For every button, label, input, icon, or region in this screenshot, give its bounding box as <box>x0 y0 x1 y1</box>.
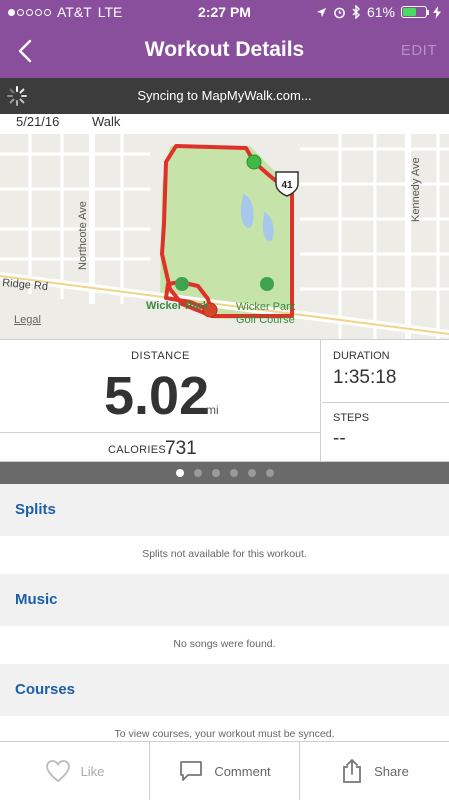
nav-bar: Workout Details EDIT <box>0 24 449 78</box>
bluetooth-icon <box>352 5 360 19</box>
map-legal-link[interactable]: Legal <box>14 314 41 326</box>
map-label-kennedy: Kennedy Ave <box>410 157 422 222</box>
map-label-northcote: Northcote Ave <box>77 201 89 270</box>
page-dot[interactable] <box>265 469 274 477</box>
duration-steps-panel: DURATION 1:35:18 STEPS -- <box>322 340 449 463</box>
page-dot[interactable] <box>247 469 256 477</box>
app-header: AT&T LTE 2:27 PM 61% Workout Details EDI… <box>0 0 449 78</box>
duration-label: DURATION <box>333 350 390 362</box>
highway-number: 41 <box>281 180 293 191</box>
page-title: Workout Details <box>144 38 305 61</box>
park-tree-icon <box>175 277 189 291</box>
share-button[interactable]: Share <box>300 742 449 800</box>
comment-button[interactable]: Comment <box>150 742 300 800</box>
workout-dateline: 5/21/16 Walk <box>0 114 449 134</box>
workout-activity: Walk <box>92 114 121 129</box>
status-right: 61% <box>316 4 441 20</box>
splits-message: Splits not available for this workout. <box>142 548 307 560</box>
steps-label: STEPS <box>333 412 370 424</box>
location-arrow-icon <box>316 7 327 17</box>
steps-value: -- <box>333 428 346 449</box>
courses-section-header[interactable]: Courses <box>0 664 449 716</box>
page-dot[interactable] <box>211 469 220 477</box>
status-bar: AT&T LTE 2:27 PM 61% <box>0 0 449 24</box>
comment-label: Comment <box>214 763 271 779</box>
splits-section-header[interactable]: Splits <box>0 484 449 536</box>
page-dot[interactable] <box>193 469 202 477</box>
map-label-golf: Wicker Park Golf Course <box>236 301 298 326</box>
music-section-body: No songs were found. <box>0 626 449 664</box>
duration-value: 1:35:18 <box>333 367 397 388</box>
share-icon <box>343 759 362 783</box>
distance-panel: DISTANCE 5.02 mi CALORIES 731 <box>0 340 321 463</box>
music-message: No songs were found. <box>173 638 276 650</box>
courses-message: To view courses, your workout must be sy… <box>114 728 335 740</box>
page-dot[interactable] <box>229 469 238 477</box>
battery-icon <box>401 6 429 18</box>
workout-stats: DISTANCE 5.02 mi CALORIES 731 DURATION 1… <box>0 339 449 463</box>
courses-section-body: To view courses, your workout must be sy… <box>0 716 449 741</box>
action-bar: Like Comment Share <box>0 741 449 800</box>
edit-button[interactable]: EDIT <box>401 42 437 59</box>
steps-row: STEPS -- <box>322 402 449 463</box>
splits-section-body: Splits not available for this workout. <box>0 536 449 574</box>
like-button[interactable]: Like <box>0 742 150 800</box>
comment-bubble-icon <box>180 761 203 781</box>
distance-value: 5.02 <box>104 366 210 426</box>
music-title[interactable]: Music <box>15 591 58 608</box>
route-map[interactable]: 41 Northcote Ave Kennedy Ave Ridge Rd Wi… <box>0 134 449 339</box>
map-label-park: Wicker Park <box>146 300 210 312</box>
route-start-marker <box>246 154 262 170</box>
stats-page-indicator[interactable] <box>0 462 449 484</box>
sync-banner: Syncing to MapMyWalk.com... <box>0 78 449 114</box>
music-section-header[interactable]: Music <box>0 574 449 626</box>
calories-row: CALORIES 731 <box>0 432 321 463</box>
share-label: Share <box>374 763 409 779</box>
heart-icon <box>45 760 70 783</box>
map-canvas: 41 Northcote Ave Kennedy Ave Ridge Rd Wi… <box>0 134 449 339</box>
golf-tree-icon <box>260 277 274 291</box>
splits-title[interactable]: Splits <box>15 501 56 518</box>
courses-title[interactable]: Courses <box>15 681 75 698</box>
workout-date: 5/21/16 <box>16 114 60 129</box>
alarm-icon <box>334 7 345 18</box>
charging-bolt-icon <box>433 5 441 19</box>
page-dot[interactable] <box>175 469 184 477</box>
like-label: Like <box>80 763 105 779</box>
distance-unit: mi <box>206 403 219 417</box>
calories-value: 731 <box>165 438 197 459</box>
battery-percent: 61% <box>366 4 395 20</box>
distance-label: DISTANCE <box>131 350 190 362</box>
calories-label: CALORIES <box>108 444 167 456</box>
sync-message: Syncing to MapMyWalk.com... <box>137 88 312 103</box>
